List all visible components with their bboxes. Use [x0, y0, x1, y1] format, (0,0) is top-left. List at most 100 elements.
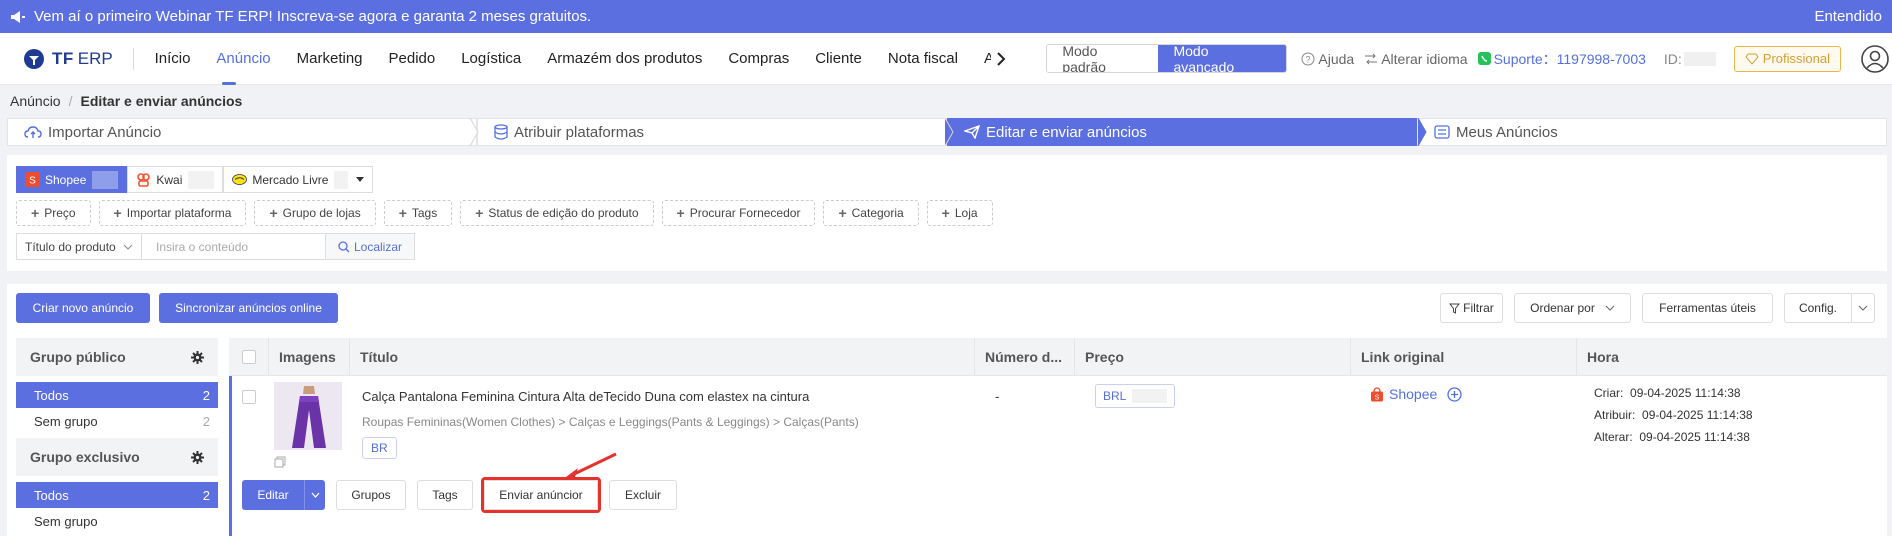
edit-button[interactable]: Editar [242, 480, 305, 510]
banner-dismiss-link[interactable]: Entendido [1814, 8, 1882, 25]
time-cell: Criar: 09-04-2025 11:14:38 Atribuir: 09-… [1594, 382, 1753, 482]
logo-icon [24, 48, 44, 69]
filter-chip-edit-status[interactable]: + Status de edição do produto [460, 200, 654, 226]
search-button[interactable]: Localizar [326, 233, 415, 260]
nav-item-nota-fiscal[interactable]: Nota fiscal [875, 33, 971, 85]
select-all-cell [229, 338, 269, 375]
original-link[interactable]: S Shopee [1370, 386, 1462, 402]
public-group-ungrouped[interactable]: Sem grupo 2 [16, 408, 218, 434]
caret-down-icon [356, 176, 365, 182]
product-category: Roupas Femininas(Women Clothes) > Calças… [362, 415, 859, 429]
product-thumbnail[interactable] [274, 382, 342, 450]
announcement-banner: Vem aí o primeiro Webinar TF ERP! Inscre… [0, 0, 1892, 33]
create-listing-button[interactable]: Criar novo anúncio [16, 293, 150, 323]
filter-chip-price[interactable]: + Preço [16, 200, 91, 226]
add-circle-icon[interactable] [1447, 386, 1462, 402]
language-label: Alterar idioma [1381, 50, 1468, 67]
nav-item-pedido[interactable]: Pedido [376, 33, 449, 85]
edit-split-button: Editar [242, 480, 325, 510]
groups-button[interactable]: Grupos [336, 480, 406, 510]
nav-item-logistica[interactable]: Logística [448, 33, 534, 85]
header-original-link: Link original [1351, 338, 1577, 375]
gear-icon[interactable] [191, 350, 204, 364]
chevron-right-icon [997, 51, 1006, 66]
original-link-cell: S Shopee [1370, 386, 1462, 486]
copy-icon[interactable] [274, 456, 286, 468]
nav-item-anuncio[interactable]: Anúncio [203, 33, 283, 85]
filter-chip-label: Status de edição do produto [488, 206, 639, 220]
filter-chip-import-platform[interactable]: + Importar plataforma [98, 200, 247, 226]
step-edit-publish[interactable]: Editar e enviar anúncios [947, 118, 1417, 146]
advanced-mode-button[interactable]: Modo avançado [1158, 45, 1287, 72]
price-box[interactable]: BRL [1095, 384, 1175, 408]
publish-listing-button[interactable]: Enviar anúncior [481, 477, 601, 513]
tags-button[interactable]: Tags [417, 480, 473, 510]
nav-scroll-right-button[interactable] [991, 51, 1013, 66]
funnel-icon [1449, 303, 1461, 314]
exclusive-group-ungrouped[interactable]: Sem grupo [16, 508, 218, 534]
group-item-count: 2 [202, 487, 210, 503]
search-icon [338, 240, 350, 252]
platform-tab-mercado-livre-label: Mercado Livre [252, 172, 329, 187]
filter-chip-label: Tags [411, 206, 438, 220]
search-field-select[interactable]: Título do produto [16, 233, 142, 260]
step-import[interactable]: Importar Anúncio [7, 118, 477, 146]
help-label: Ajuda [1318, 50, 1355, 67]
filter-chip-category[interactable]: + Categoria [823, 200, 919, 226]
filter-chips: + Preço + Importar plataforma + Grupo de lo… [16, 200, 993, 226]
nav-item-armazem-produtos[interactable]: Armazém dos produtos [534, 33, 715, 85]
platform-tab-kwai[interactable]: Kwai [127, 166, 224, 193]
nav-item-inicio[interactable]: Início [142, 33, 204, 85]
filter-chip-store[interactable]: + Loja [926, 200, 993, 226]
public-group-all[interactable]: Todos 2 [16, 382, 218, 408]
nav-item-cliente[interactable]: Cliente [802, 33, 875, 85]
assigned-time: Atribuir: 09-04-2025 11:14:38 [1594, 404, 1753, 426]
filter-chip-store-group[interactable]: + Grupo de lojas [254, 200, 376, 226]
search-input[interactable] [142, 233, 326, 260]
logo[interactable]: TF ERP [22, 47, 133, 71]
listing-table: Imagens Título Número d... Preço Link or… [229, 338, 1887, 536]
help-link[interactable]: ? Ajuda [1301, 51, 1354, 67]
step-my-listings[interactable]: Meus Anúncios [1417, 118, 1887, 146]
professional-plan-label: Profissional [1762, 51, 1830, 66]
platform-tab-mercado-livre[interactable]: Mercado Livre [223, 166, 374, 193]
platform-tab-kwai-label: Kwai [156, 172, 183, 187]
main-menu: Início Anúncio Marketing Pedido Logístic… [142, 33, 991, 85]
language-switch[interactable]: Alterar idioma [1364, 50, 1468, 67]
breadcrumb-separator: / [68, 93, 73, 109]
paper-plane-icon [964, 125, 980, 139]
nav-item-armazem[interactable]: Armazé [971, 33, 991, 85]
kwai-icon [137, 173, 151, 187]
edit-dropdown-button[interactable] [305, 480, 325, 510]
whatsapp-icon [1477, 52, 1491, 65]
useful-tools-button[interactable]: Ferramentas úteis [1641, 293, 1773, 323]
filter-chip-tags[interactable]: + Tags [383, 200, 453, 226]
sync-online-listings-button[interactable]: Sincronizar anúncios online [159, 293, 338, 323]
support-link[interactable]: Suporte：1197998-7003 [1477, 49, 1646, 69]
step-assign[interactable]: Atribuir plataformas [477, 118, 947, 146]
group-item-label: Todos [34, 387, 69, 403]
config-button[interactable]: Config. [1785, 294, 1852, 322]
product-image [274, 382, 342, 450]
user-avatar-icon[interactable] [1861, 44, 1889, 73]
select-all-checkbox[interactable] [241, 349, 256, 364]
row-checkbox[interactable] [242, 390, 256, 404]
gear-icon[interactable] [191, 450, 204, 464]
product-title[interactable]: Calça Pantalona Feminina Cintura Alta de… [362, 389, 962, 404]
breadcrumb-current: Editar e enviar anúncios [80, 93, 243, 109]
nav-item-marketing[interactable]: Marketing [284, 33, 376, 85]
config-caret-button[interactable] [1852, 294, 1874, 322]
nav-item-compras[interactable]: Compras [715, 33, 802, 85]
platform-tab-shopee[interactable]: S Shopee [16, 166, 128, 193]
professional-plan-button[interactable]: Profissional [1733, 45, 1841, 72]
delete-button[interactable]: Excluir [609, 480, 677, 510]
row-actions: Editar Grupos Tags Enviar anúncior Exclu… [242, 477, 677, 513]
filter-chip-supplier[interactable]: + Procurar Fornecedor [661, 200, 816, 226]
filter-button[interactable]: Filtrar [1439, 293, 1503, 323]
exclusive-group-all[interactable]: Todos 2 [16, 482, 218, 508]
standard-mode-button[interactable]: Modo padrão [1047, 45, 1159, 72]
shopee-bag-icon: S [1371, 386, 1383, 401]
sort-dropdown[interactable]: Ordenar por [1513, 293, 1631, 323]
breadcrumb-root[interactable]: Anúncio [10, 93, 61, 109]
filter-chip-label: Loja [954, 206, 978, 220]
